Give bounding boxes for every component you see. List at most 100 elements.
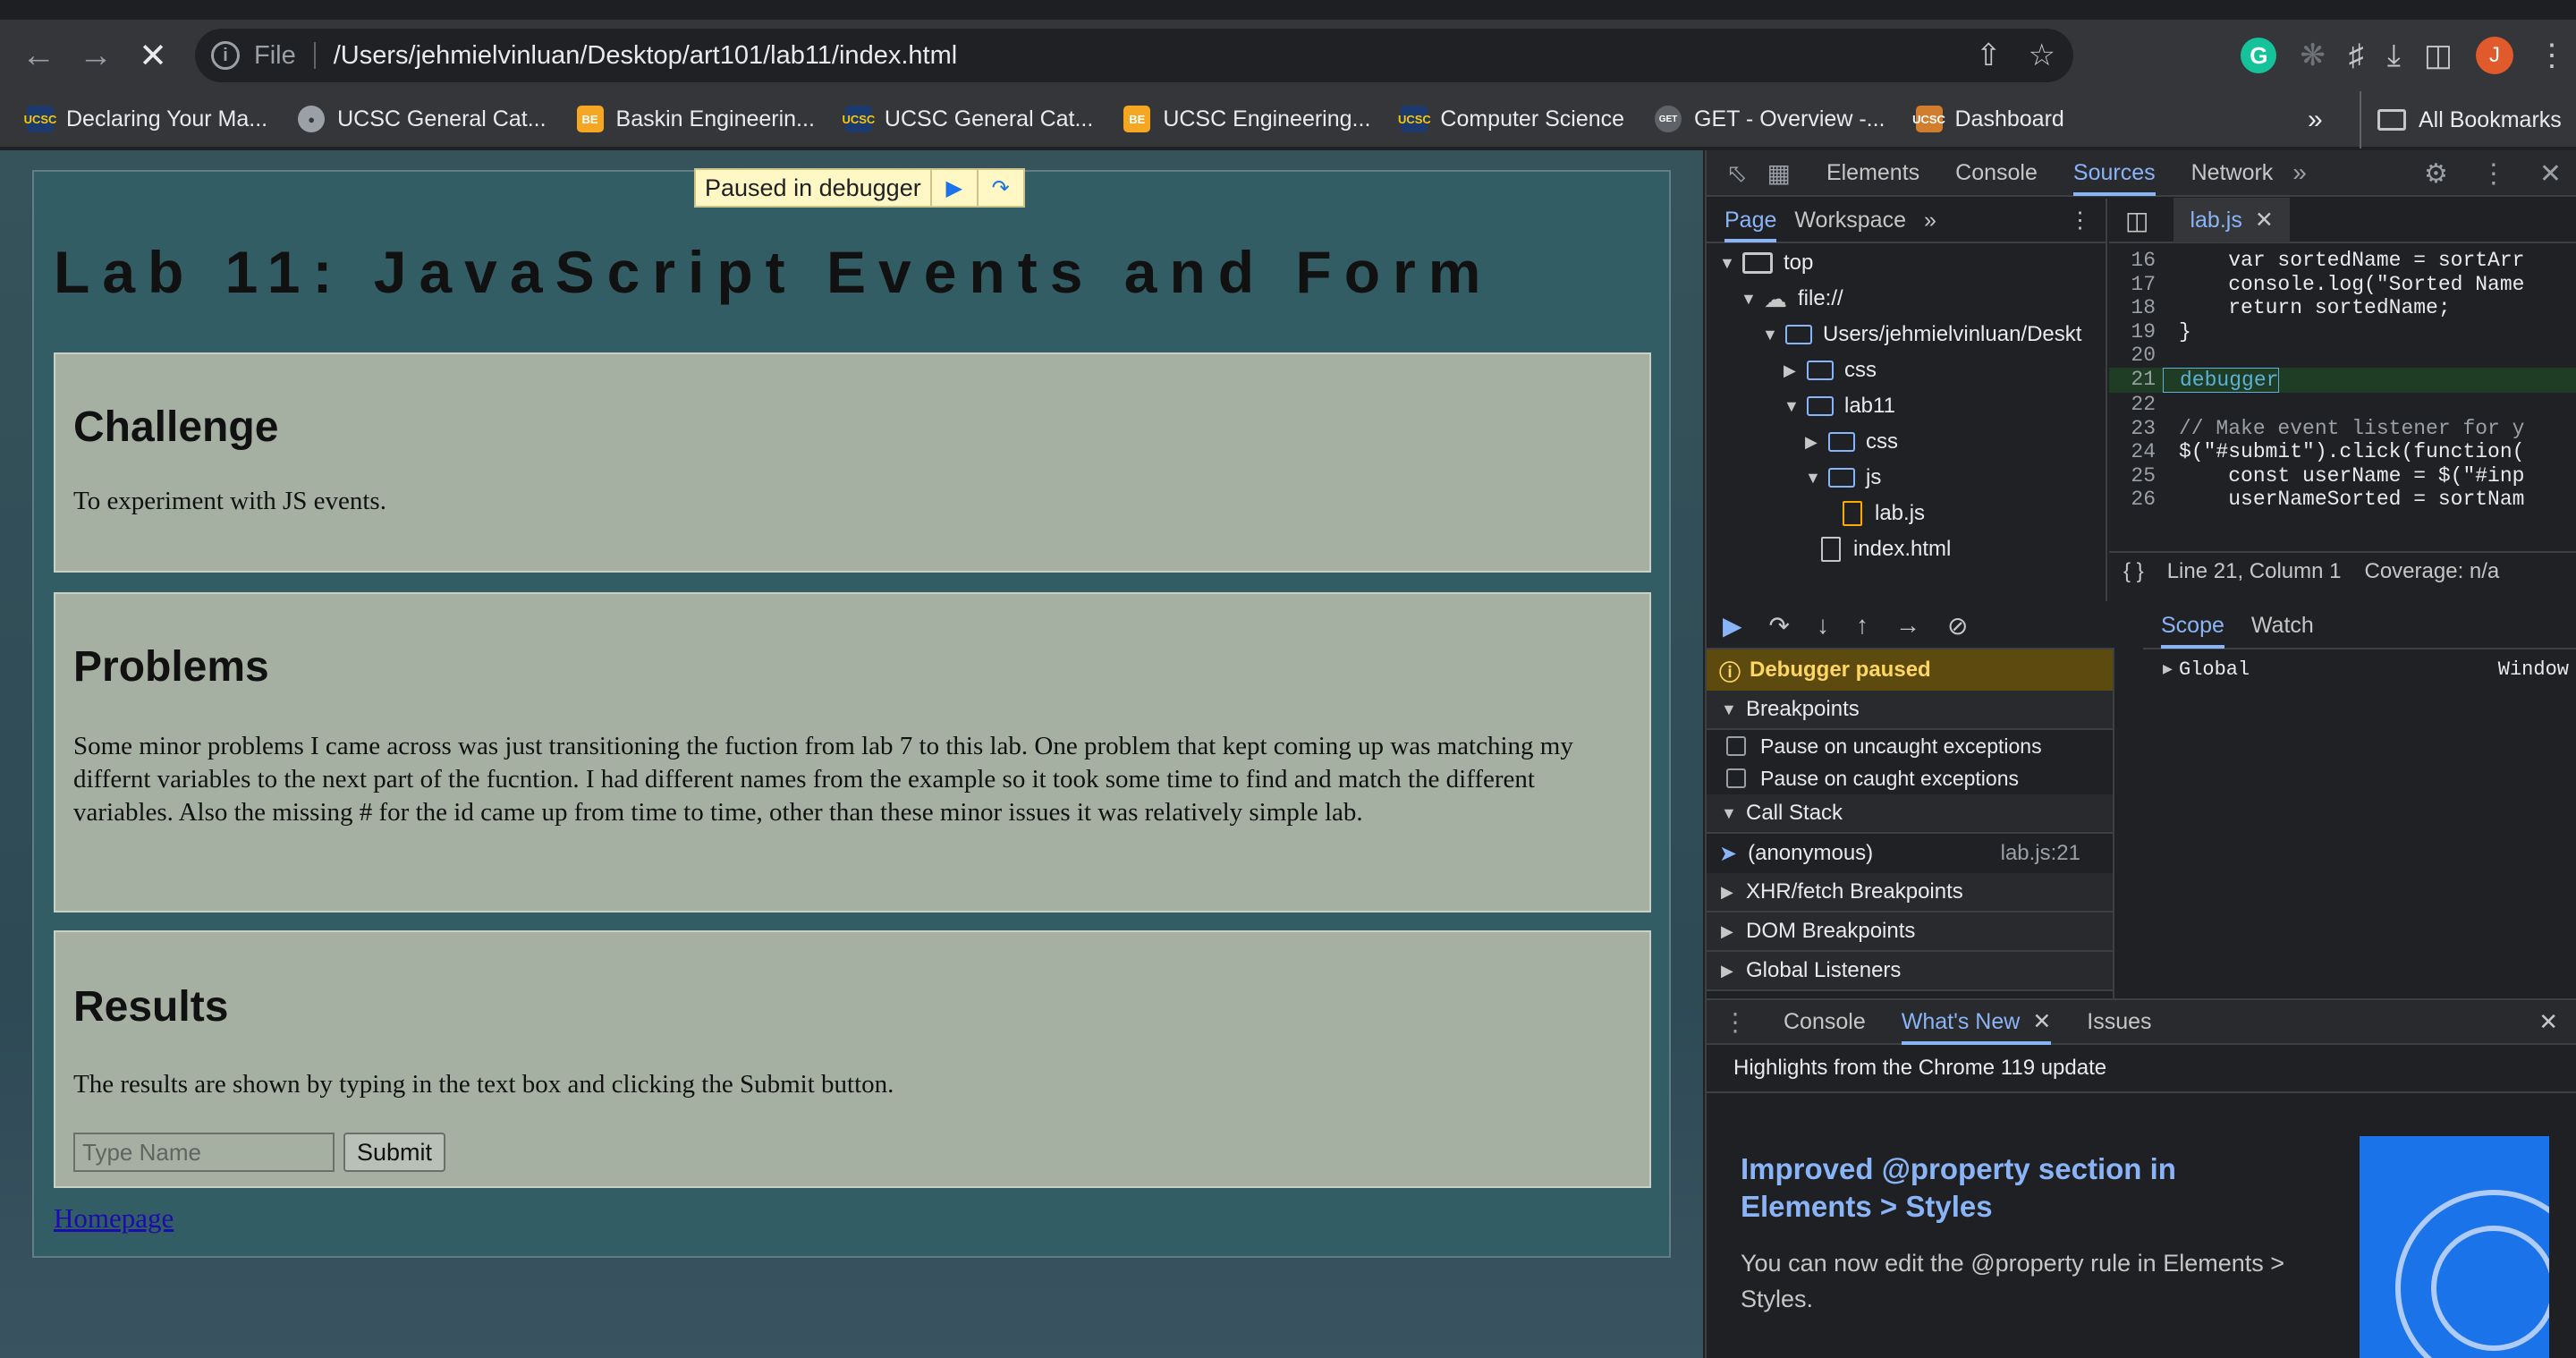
tab-network[interactable]: Network xyxy=(2191,149,2274,196)
debugger-paused-banner: ⓘ Debugger paused xyxy=(1707,649,2113,691)
problems-heading: Problems xyxy=(73,643,269,691)
download-icon[interactable]: ⤓ xyxy=(2387,38,2401,73)
menu-kebab-icon[interactable]: ⋮ xyxy=(2537,38,2567,73)
tree-item-css[interactable]: ▶ css xyxy=(1707,424,2100,460)
challenge-text: To experiment with JS events. xyxy=(73,487,386,515)
settings-gear-icon[interactable]: ⚙ xyxy=(2424,158,2448,190)
back-button[interactable]: ← xyxy=(14,31,63,80)
subtab-workspace[interactable]: Workspace xyxy=(1794,198,1906,242)
bookmark-item[interactable]: BE Baskin Engineerin... xyxy=(576,106,815,132)
results-heading: Results xyxy=(73,983,229,1031)
page-title: Lab 11: JavaScript Events and Form xyxy=(54,239,1494,305)
sources-navigator: Page Workspace » ⋮ ▼ top ▼ ☁ file:// ▼ Users… xyxy=(1707,199,2107,601)
code-line: 19} xyxy=(2131,319,2191,344)
share-icon[interactable]: ⇧ xyxy=(1976,38,2002,73)
inspect-element-icon[interactable]: ⬁ xyxy=(1726,158,1747,188)
whats-new-title[interactable]: Improved @property section in Elements >… xyxy=(1741,1150,2241,1226)
call-stack-frame[interactable]: ➤ (anonymous) lab.js:21 xyxy=(1707,834,2113,873)
global-listeners-section[interactable]: ▶ Global Listeners xyxy=(1707,952,2113,991)
extension-icon[interactable]: ❋ xyxy=(2300,38,2326,73)
drawer-tab-whats-new[interactable]: What's New ✕ xyxy=(1901,998,2051,1045)
step-into-icon[interactable]: ↓ xyxy=(1817,611,1829,640)
problems-section: Problems Some minor problems I came acro… xyxy=(54,592,1651,912)
info-icon[interactable]: i xyxy=(211,41,240,70)
submit-button[interactable]: Submit xyxy=(343,1133,445,1172)
bookmarks-overflow-button[interactable]: » xyxy=(2308,91,2323,149)
tab-elements[interactable]: Elements xyxy=(1826,149,1919,196)
tab-console[interactable]: Console xyxy=(1955,149,2038,196)
tree-item-index[interactable]: index.html xyxy=(1707,531,2100,567)
xhr-breakpoints-section[interactable]: ▶ XHR/fetch Breakpoints xyxy=(1707,873,2113,912)
profile-avatar[interactable]: J xyxy=(2476,37,2513,74)
navigator-menu-icon[interactable]: ⋮ xyxy=(2069,198,2091,242)
bookmark-item[interactable]: UCSC Declaring Your Ma... xyxy=(24,106,267,132)
pretty-print-icon[interactable]: { } xyxy=(2123,559,2144,584)
homepage-link[interactable]: Homepage xyxy=(54,1202,174,1235)
call-stack-section[interactable]: ▼ Call Stack xyxy=(1707,794,2113,834)
resume-icon[interactable]: ▶ xyxy=(1723,611,1742,641)
baskin-logo-icon: BE xyxy=(1123,106,1151,132)
cloud-icon: ☁ xyxy=(1764,284,1787,312)
close-drawer-icon[interactable]: ✕ xyxy=(2538,1008,2558,1036)
all-bookmarks-button[interactable]: All Bookmarks xyxy=(2360,91,2562,149)
bookmark-star-icon[interactable]: ☆ xyxy=(2029,38,2055,73)
device-toolbar-icon[interactable]: ▦ xyxy=(1767,158,1790,188)
dashboard-logo-icon: UCSC xyxy=(1912,106,1945,132)
stop-loading-button[interactable]: ✕ xyxy=(129,31,177,80)
close-tab-icon[interactable]: ✕ xyxy=(2032,1008,2051,1035)
step-icon[interactable]: → xyxy=(1895,611,1920,640)
bookmark-item[interactable]: ● UCSC General Cat... xyxy=(298,106,547,132)
forward-button[interactable]: → xyxy=(72,31,120,80)
step-over-icon[interactable]: ↷ xyxy=(976,170,1023,206)
name-input[interactable]: Type Name xyxy=(73,1133,335,1172)
drawer-menu-icon[interactable]: ⋮ xyxy=(1723,1007,1748,1037)
grammarly-extension-icon[interactable]: G xyxy=(2241,38,2277,73)
tab-watch[interactable]: Watch xyxy=(2251,602,2314,649)
bookmark-item[interactable]: UCSC Dashboard xyxy=(1912,106,2064,132)
more-subtabs-icon[interactable]: » xyxy=(1924,198,1936,242)
bookmarks-bar: UCSC Declaring Your Ma... ● UCSC General C… xyxy=(0,91,2576,149)
pause-uncaught-checkbox[interactable]: Pause on uncaught exceptions xyxy=(1707,730,2113,762)
tab-sources[interactable]: Sources xyxy=(2072,149,2156,196)
code-lines[interactable]: 16 var sortedName = sortArr 17 console.l… xyxy=(2109,249,2576,533)
pause-caught-checkbox[interactable]: Pause on caught exceptions xyxy=(1707,762,2113,794)
tab-scope[interactable]: Scope xyxy=(2161,602,2224,649)
globe-icon: ● xyxy=(298,106,326,132)
tree-item-lab11[interactable]: ▼ lab11 xyxy=(1707,388,2100,424)
bookmark-item[interactable]: UCSC Computer Science xyxy=(1398,106,1624,132)
expand-arrow-icon: ▼ xyxy=(1741,289,1757,308)
devtools-menu-icon[interactable]: ⋮ xyxy=(2480,158,2507,190)
scope-global-row[interactable]: ▶ Global Window xyxy=(2143,649,2576,689)
step-out-icon[interactable]: ↑ xyxy=(1856,611,1868,640)
tree-item-top[interactable]: ▼ top xyxy=(1707,245,2100,281)
breakpoints-section[interactable]: ▼ Breakpoints xyxy=(1707,691,2113,730)
toggle-navigator-icon[interactable]: ◫ xyxy=(2125,206,2148,235)
more-tabs-icon[interactable]: » xyxy=(2292,158,2307,187)
side-panel-icon[interactable]: ◫ xyxy=(2424,38,2453,73)
deactivate-breakpoints-icon[interactable]: ⊘ xyxy=(1947,611,1968,641)
code-line: 18 return sortedName; xyxy=(2131,296,2451,319)
drawer-tab-console[interactable]: Console xyxy=(1784,998,1866,1045)
bookmark-item[interactable]: GET GET - Overview -... xyxy=(1655,106,1885,132)
step-over-icon[interactable]: ↷ xyxy=(1769,611,1790,641)
tree-item-css[interactable]: ▶ css xyxy=(1707,352,2100,388)
code-editor: ◫ lab.js ✕ 16 var sortedName = sortArr 17… xyxy=(2109,198,2576,601)
drawer-tab-issues[interactable]: Issues xyxy=(2087,998,2151,1045)
tree-item-origin[interactable]: ▼ ☁ file:// xyxy=(1707,281,2100,317)
tree-item-js[interactable]: ▼ js xyxy=(1707,460,2100,496)
editor-tab-labjs[interactable]: lab.js ✕ xyxy=(2174,198,2290,242)
subtab-page[interactable]: Page xyxy=(1724,198,1777,242)
tree-item-users[interactable]: ▼ Users/jehmielvinluan/Deskt xyxy=(1707,317,2100,352)
bookmark-item[interactable]: UCSC UCSC General Cat... xyxy=(842,106,1093,132)
close-tab-icon[interactable]: ✕ xyxy=(2255,207,2274,233)
puzzle-extensions-icon[interactable]: ♯ xyxy=(2349,38,2364,73)
tree-item-labjs[interactable]: lab.js xyxy=(1707,496,2100,531)
bookmark-item[interactable]: BE UCSC Engineering... xyxy=(1123,106,1370,132)
close-devtools-icon[interactable]: ✕ xyxy=(2539,158,2562,190)
address-bar[interactable]: i File /Users/jehmielvinluan/Desktop/art… xyxy=(195,29,2073,82)
url-text[interactable]: /Users/jehmielvinluan/Desktop/art101/lab… xyxy=(334,41,957,71)
coverage-status: Coverage: n/a xyxy=(2364,559,2500,583)
page-viewport: Paused in debugger ▶ ↷ Lab 11: JavaScrip… xyxy=(0,150,1703,1358)
dom-breakpoints-section[interactable]: ▶ DOM Breakpoints xyxy=(1707,912,2113,952)
resume-icon[interactable]: ▶ xyxy=(929,170,977,206)
